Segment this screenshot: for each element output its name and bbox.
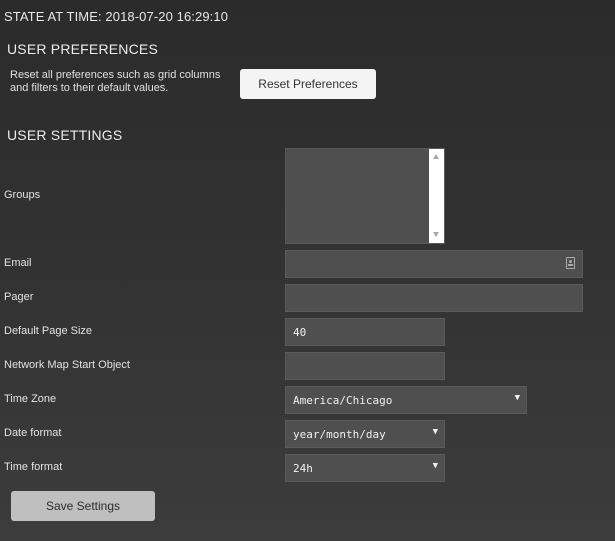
caret-down-icon: ▼: [432, 461, 438, 471]
time-zone-select[interactable]: America/Chicago ▼: [285, 386, 527, 414]
user-preferences-description: Reset all preferences such as grid colum…: [10, 69, 221, 94]
time-zone-label: Time Zone: [4, 393, 57, 405]
page-title: STATE AT TIME: 2018-07-20 16:29:10: [4, 9, 229, 24]
groups-label: Groups: [4, 189, 41, 201]
email-field[interactable]: [285, 250, 583, 278]
scroll-up-arrow-icon[interactable]: [433, 154, 439, 159]
default-page-size-field[interactable]: [285, 318, 445, 346]
time-format-select[interactable]: 24h ▼: [285, 454, 445, 482]
date-format-select[interactable]: year/month/day ▼: [285, 420, 445, 448]
time-format-value: 24h: [293, 462, 313, 475]
email-field-wrapper: [285, 250, 583, 278]
time-format-label: Time format: [4, 461, 63, 473]
user-preferences-heading: USER PREFERENCES: [7, 41, 159, 57]
groups-listbox[interactable]: [285, 148, 445, 244]
network-map-start-object-label: Network Map Start Object: [4, 359, 130, 371]
groups-scrollbar[interactable]: [429, 149, 444, 243]
contact-card-icon[interactable]: [566, 257, 575, 269]
pager-label: Pager: [4, 291, 34, 303]
date-format-label: Date format: [4, 427, 62, 439]
date-format-value: year/month/day: [293, 428, 386, 441]
caret-down-icon: ▼: [514, 393, 520, 403]
save-settings-button[interactable]: Save Settings: [11, 491, 155, 521]
default-page-size-label: Default Page Size: [4, 325, 93, 337]
time-zone-value: America/Chicago: [293, 394, 393, 407]
scroll-down-arrow-icon[interactable]: [433, 232, 439, 237]
pager-field[interactable]: [285, 284, 583, 312]
caret-down-icon: ▼: [432, 427, 438, 437]
email-label: Email: [4, 257, 32, 269]
user-settings-heading: USER SETTINGS: [7, 127, 123, 143]
reset-preferences-button[interactable]: Reset Preferences: [240, 69, 376, 99]
network-map-start-object-field[interactable]: [285, 352, 445, 380]
